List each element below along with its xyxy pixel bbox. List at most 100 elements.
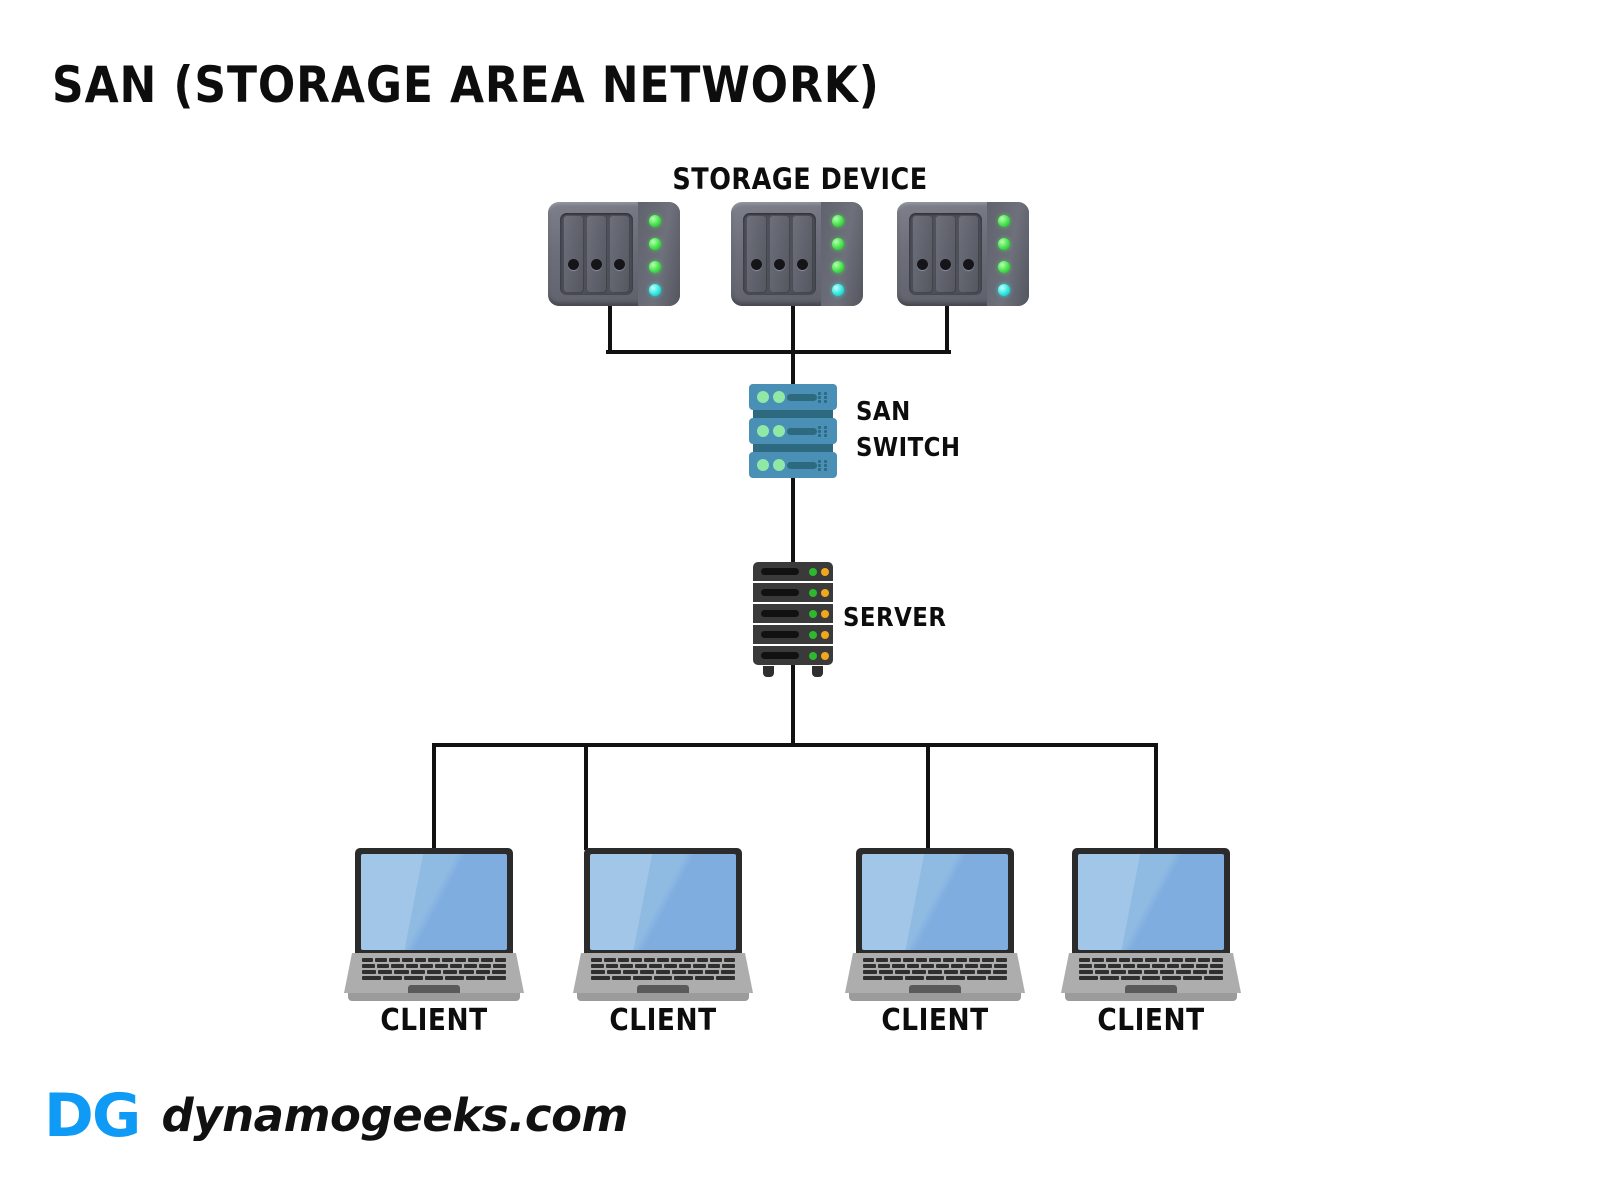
status-led-cyan-icon [832, 284, 844, 296]
server-unit [753, 583, 833, 602]
server-unit [753, 604, 833, 623]
switch-port-grid-icon [818, 426, 832, 437]
client-1-label: CLIENT [324, 1003, 544, 1039]
status-led-green-icon [832, 261, 844, 273]
server-slot-bar [761, 568, 799, 575]
client-4-label: CLIENT [1041, 1003, 1261, 1039]
switch-port-bar [787, 394, 817, 401]
drive-bay-icon [609, 215, 630, 293]
switch-port-grid-icon [818, 392, 832, 403]
dg-logo: DG [44, 1081, 141, 1151]
client-1[interactable] [344, 848, 524, 1001]
storage-device-label: STORAGE DEVICE [0, 162, 1600, 197]
storage-device-1[interactable] [548, 202, 680, 306]
server-led-green-icon [809, 652, 817, 660]
storage-device-label-text: STORAGE DEVICE [672, 162, 928, 196]
laptop-lid [1072, 848, 1230, 954]
drive-bay-icon [912, 215, 933, 293]
drive-bay-icon [792, 215, 813, 293]
drive-bay-icon [586, 215, 607, 293]
switch-divider [753, 410, 833, 418]
switch-led-icon [757, 425, 769, 437]
client-2[interactable] [573, 848, 753, 1001]
client-4-label-text: CLIENT [1097, 1003, 1205, 1038]
server-led-green-icon [809, 589, 817, 597]
laptop-foot [849, 993, 1021, 1001]
server-led-orange-icon [821, 589, 829, 597]
server-led-orange-icon [821, 631, 829, 639]
laptop-keyboard [362, 958, 507, 980]
storage-status-leds [832, 215, 845, 307]
laptop-screen [590, 854, 736, 950]
client-1-label-text: CLIENT [380, 1003, 488, 1038]
client-3-label-text: CLIENT [881, 1003, 989, 1038]
status-led-green-icon [998, 238, 1010, 250]
storage-status-leds [649, 215, 662, 307]
client-3[interactable] [845, 848, 1025, 1001]
switch-led-icon [773, 391, 785, 403]
server-label: SERVER [843, 603, 947, 633]
switch-led-icon [773, 459, 785, 471]
server-foot [763, 666, 774, 677]
laptop-keyboard [1079, 958, 1224, 980]
status-led-green-icon [832, 215, 844, 227]
client-2-label: CLIENT [553, 1003, 773, 1039]
switch-led-icon [757, 391, 769, 403]
server-led-green-icon [809, 631, 817, 639]
server-foot [812, 666, 823, 677]
switch-led-icon [773, 425, 785, 437]
storage-device-2[interactable] [731, 202, 863, 306]
server-slot-bar [761, 631, 799, 638]
status-led-green-icon [998, 261, 1010, 273]
laptop-screen [361, 854, 507, 950]
san-switch-label-line1: SAN [856, 397, 911, 427]
drive-bay-icon [746, 215, 767, 293]
storage-drive-bays [909, 213, 982, 295]
status-led-green-icon [998, 215, 1010, 227]
drive-bay-icon [958, 215, 979, 293]
server-unit [753, 562, 833, 581]
client-2-label-text: CLIENT [609, 1003, 717, 1038]
laptop-foot [1065, 993, 1237, 1001]
san-switch-label: SAN SWITCH [856, 394, 975, 466]
laptop-screen [862, 854, 1008, 950]
diagram-canvas: SAN (STORAGE AREA NETWORK) STORAGE DEVIC… [0, 0, 1600, 1200]
client-3-label: CLIENT [825, 1003, 1045, 1039]
server-unit [753, 625, 833, 644]
status-led-green-icon [649, 238, 661, 250]
laptop-lid [355, 848, 513, 954]
status-led-green-icon [649, 215, 661, 227]
switch-unit [749, 418, 837, 444]
san-switch[interactable] [749, 384, 837, 482]
san-switch-label-line2: SWITCH [856, 433, 961, 463]
server-led-green-icon [809, 568, 817, 576]
footer-branding: DG dynamogeeks.com [44, 1086, 628, 1146]
laptop-keyboard [863, 958, 1008, 980]
laptop-keyboard [591, 958, 736, 980]
status-led-green-icon [649, 261, 661, 273]
storage-drive-bays [743, 213, 816, 295]
switch-unit [749, 452, 837, 478]
server-led-orange-icon [821, 652, 829, 660]
storage-device-3[interactable] [897, 202, 1029, 306]
switch-port-grid-icon [818, 460, 832, 471]
server-led-orange-icon [821, 568, 829, 576]
laptop-lid [584, 848, 742, 954]
server-slot-bar [761, 589, 799, 596]
laptop-screen [1078, 854, 1224, 950]
laptop-foot [348, 993, 520, 1001]
server[interactable] [753, 562, 833, 677]
switch-port-bar [787, 462, 817, 469]
server-slot-bar [761, 652, 799, 659]
status-led-cyan-icon [649, 284, 661, 296]
switch-port-bar [787, 428, 817, 435]
server-led-orange-icon [821, 610, 829, 618]
status-led-green-icon [832, 238, 844, 250]
server-slot-bar [761, 610, 799, 617]
switch-divider [753, 444, 833, 452]
switch-led-icon [757, 459, 769, 471]
storage-status-leds [998, 215, 1011, 307]
laptop-lid [856, 848, 1014, 954]
client-4[interactable] [1061, 848, 1241, 1001]
storage-drive-bays [560, 213, 633, 295]
